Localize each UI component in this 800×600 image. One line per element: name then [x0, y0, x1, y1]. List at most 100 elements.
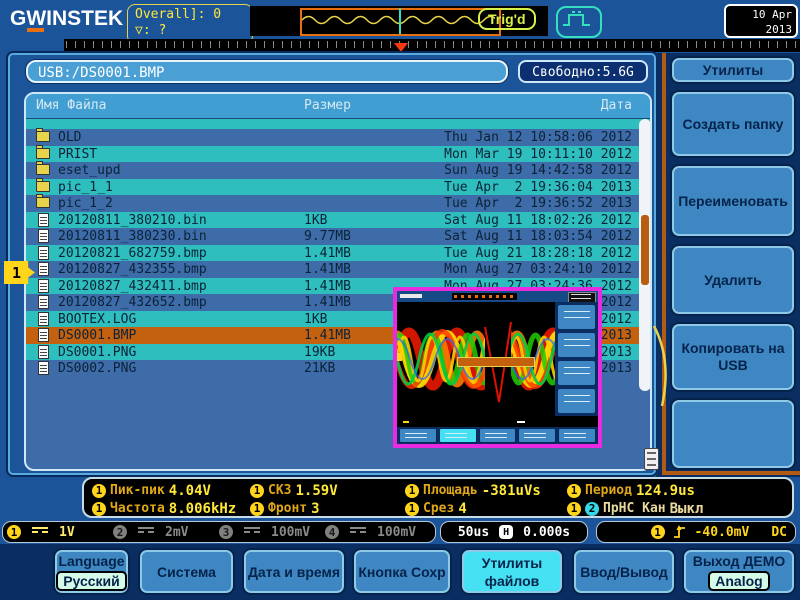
file-icon — [38, 312, 49, 326]
thumbnail-menu-button — [399, 428, 437, 443]
row-sliver — [26, 119, 650, 129]
thumbnail-topbar — [397, 291, 598, 302]
file-icon — [38, 213, 49, 227]
channel-3-status: 3100mV — [219, 525, 325, 540]
file-row[interactable]: PRISTMon Mar 19 10:11:10 2012 — [26, 146, 650, 163]
file-name: OLD — [58, 129, 81, 146]
trigger-channel-badge: 1 — [651, 525, 665, 539]
side-button-create-folder[interactable]: Создать папку — [670, 90, 796, 158]
dc-coupling-icon — [138, 527, 154, 537]
file-row[interactable]: OLDThu Jan 12 10:58:06 2012 — [26, 129, 650, 146]
file-size: 1.41MB — [304, 245, 351, 262]
timebase-scale: 50us — [458, 525, 489, 540]
file-row[interactable]: pic_1_2Tue Apr 2 19:36:52 2013 — [26, 195, 650, 212]
file-date: Mon Mar 19 10:11:10 2012 — [444, 146, 632, 163]
overall-status-box: Overall]: 0 ▽: ? — [127, 4, 253, 44]
side-button-empty[interactable] — [670, 398, 796, 470]
channel-badge: 1 — [567, 484, 581, 498]
trigger-position-marker — [394, 43, 408, 52]
file-row[interactable]: 20120811_380210.bin1KBSat Aug 11 18:02:2… — [26, 212, 650, 229]
channel-1-status: 11V — [7, 525, 113, 540]
file-row[interactable]: pic_1_1Tue Apr 2 19:36:04 2013 — [26, 179, 650, 196]
channel-badge: 2 — [113, 525, 127, 539]
thumbnail-side-button — [557, 304, 596, 330]
file-name: 20120827_432411.bmp — [58, 278, 207, 295]
file-date: Sat Aug 11 18:03:54 2012 — [444, 228, 632, 245]
side-button-copy-to-usb[interactable]: Копировать на USB — [670, 322, 796, 392]
channel-badge: 1 — [405, 502, 419, 516]
menu-button-label: Дата и время — [248, 564, 340, 580]
measurement-2: 1СКЗ1.59V — [250, 482, 338, 499]
file-icon — [38, 229, 49, 243]
file-size: 1.41MB — [304, 327, 351, 344]
file-size: 9.77MB — [304, 228, 351, 245]
channel-badge: 3 — [219, 525, 233, 539]
trigger-status-badge: Trig'd — [478, 8, 536, 30]
measurement-value: 3 — [311, 501, 319, 517]
file-row[interactable]: 20120827_432355.bmp1.41MBMon Aug 27 03:2… — [26, 261, 650, 278]
channel-scale: 100mV — [377, 525, 416, 540]
thumbnail-menu-button — [439, 428, 477, 443]
file-name: DS0002.PNG — [58, 360, 136, 377]
file-date: Mon Aug 27 03:24:10 2012 — [444, 261, 632, 278]
measurement-value: 4 — [458, 501, 466, 517]
channel-2-status: 22mV — [113, 525, 219, 540]
folder-icon — [36, 148, 50, 159]
menu-button-file-utilities[interactable]: Утилитыфайлов — [460, 548, 564, 595]
file-date: 2012 — [601, 311, 632, 328]
thumbnail-logo — [400, 294, 422, 298]
scrollbar-thumb[interactable] — [641, 215, 649, 285]
current-path-display: USB:/DS0001.BMP — [26, 60, 508, 83]
measurement-value: 1.59V — [295, 483, 337, 499]
measurements-panel: 1Пик-пик4.04V1СКЗ1.59V1Площадь-381uVs1Пе… — [82, 477, 794, 518]
file-size: 1KB — [304, 212, 327, 229]
file-name: eset_upd — [58, 162, 121, 179]
channel-4-status: 4 100mV — [325, 525, 431, 540]
file-icon — [38, 279, 49, 293]
side-button-delete[interactable]: Удалить — [670, 244, 796, 316]
trigger-level: -40.0mV — [695, 525, 750, 540]
menu-button-language[interactable]: LanguageРусский — [53, 548, 130, 595]
channel-badge: 4 — [325, 525, 339, 539]
side-menu-title: Утилиты — [670, 56, 796, 84]
measurement-value: 8.006kHz — [169, 501, 236, 517]
file-row[interactable]: eset_upd Sun Aug 19 14:42:58 2012 — [26, 162, 650, 179]
menu-button-save-key[interactable]: Кнопка Сохр — [352, 548, 452, 595]
channel-badge: 1 — [567, 502, 581, 516]
measurement-value: Выкл — [670, 501, 704, 517]
menu-button-system[interactable]: Система — [138, 548, 235, 595]
date-text: 10 Apr 2013 — [730, 7, 792, 37]
measurement-label: Площадь — [423, 483, 478, 498]
file-date: 2013 — [601, 327, 632, 344]
channel-scale: 1V — [59, 525, 75, 540]
file-icon — [38, 262, 49, 276]
page-indicator-icon — [644, 448, 659, 470]
menu-button-date-time[interactable]: Дата и время — [242, 548, 346, 595]
menu-button-label: Утилиты — [482, 555, 542, 571]
menu-button-value: Analog — [708, 571, 769, 591]
thumbnail-memory-bar — [452, 293, 517, 300]
file-row[interactable]: 20120821_682759.bmp1.41MBTue Aug 21 18:2… — [26, 245, 650, 262]
ruler-ticks — [66, 41, 796, 48]
menu-button-io[interactable]: Ввод/Вывод — [572, 548, 676, 595]
file-row[interactable]: 20120811_380230.bin9.77MBSat Aug 11 18:0… — [26, 228, 650, 245]
thumbnail-message-banner — [457, 357, 535, 367]
channel-badge: 1 — [405, 484, 419, 498]
folder-icon — [36, 131, 50, 142]
file-icon — [38, 295, 49, 309]
menu-button-demo-output[interactable]: Выход ДЕМОAnalog — [682, 548, 796, 595]
thumbnail-side-button — [557, 360, 596, 386]
side-divider — [662, 53, 666, 475]
memory-center-tick — [399, 8, 401, 34]
thumbnail-menu-button — [558, 428, 596, 443]
file-date: Tue Aug 21 18:28:18 2012 — [444, 245, 632, 262]
column-header-size: Размер — [304, 94, 351, 118]
thumbnail-side-button — [557, 388, 596, 414]
file-date: Sun Aug 19 14:42:58 2012 — [444, 162, 632, 179]
file-list-header: Имя Файла Размер Дата — [26, 94, 650, 119]
file-icon — [38, 345, 49, 359]
pulse-icon — [556, 6, 602, 38]
file-icon — [38, 361, 49, 375]
file-name: BOOTEX.LOG — [58, 311, 136, 328]
side-button-rename[interactable]: Переименовать — [670, 164, 796, 238]
